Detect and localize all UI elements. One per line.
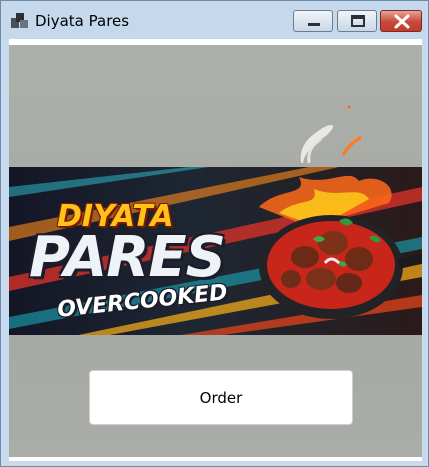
app-window: Diyata Pares DIYATA PARES OVERCOOKED Ord… (0, 0, 429, 467)
close-button[interactable] (380, 10, 422, 32)
minimize-icon (308, 23, 320, 26)
app-icon (11, 13, 28, 28)
maximize-button[interactable] (337, 10, 377, 32)
order-button[interactable]: Order (89, 370, 353, 425)
steam-graphic (300, 105, 362, 164)
background-image-top (9, 45, 422, 167)
client-area: DIYATA PARES OVERCOOKED Order (9, 39, 422, 461)
minimize-button[interactable] (293, 10, 333, 32)
banner-image: DIYATA PARES OVERCOOKED (9, 167, 422, 337)
close-icon (394, 14, 410, 29)
banner-text-pares: PARES (29, 225, 226, 290)
title-bar[interactable]: Diyata Pares (1, 1, 428, 39)
window-title: Diyata Pares (35, 12, 130, 30)
maximize-icon (351, 15, 365, 27)
